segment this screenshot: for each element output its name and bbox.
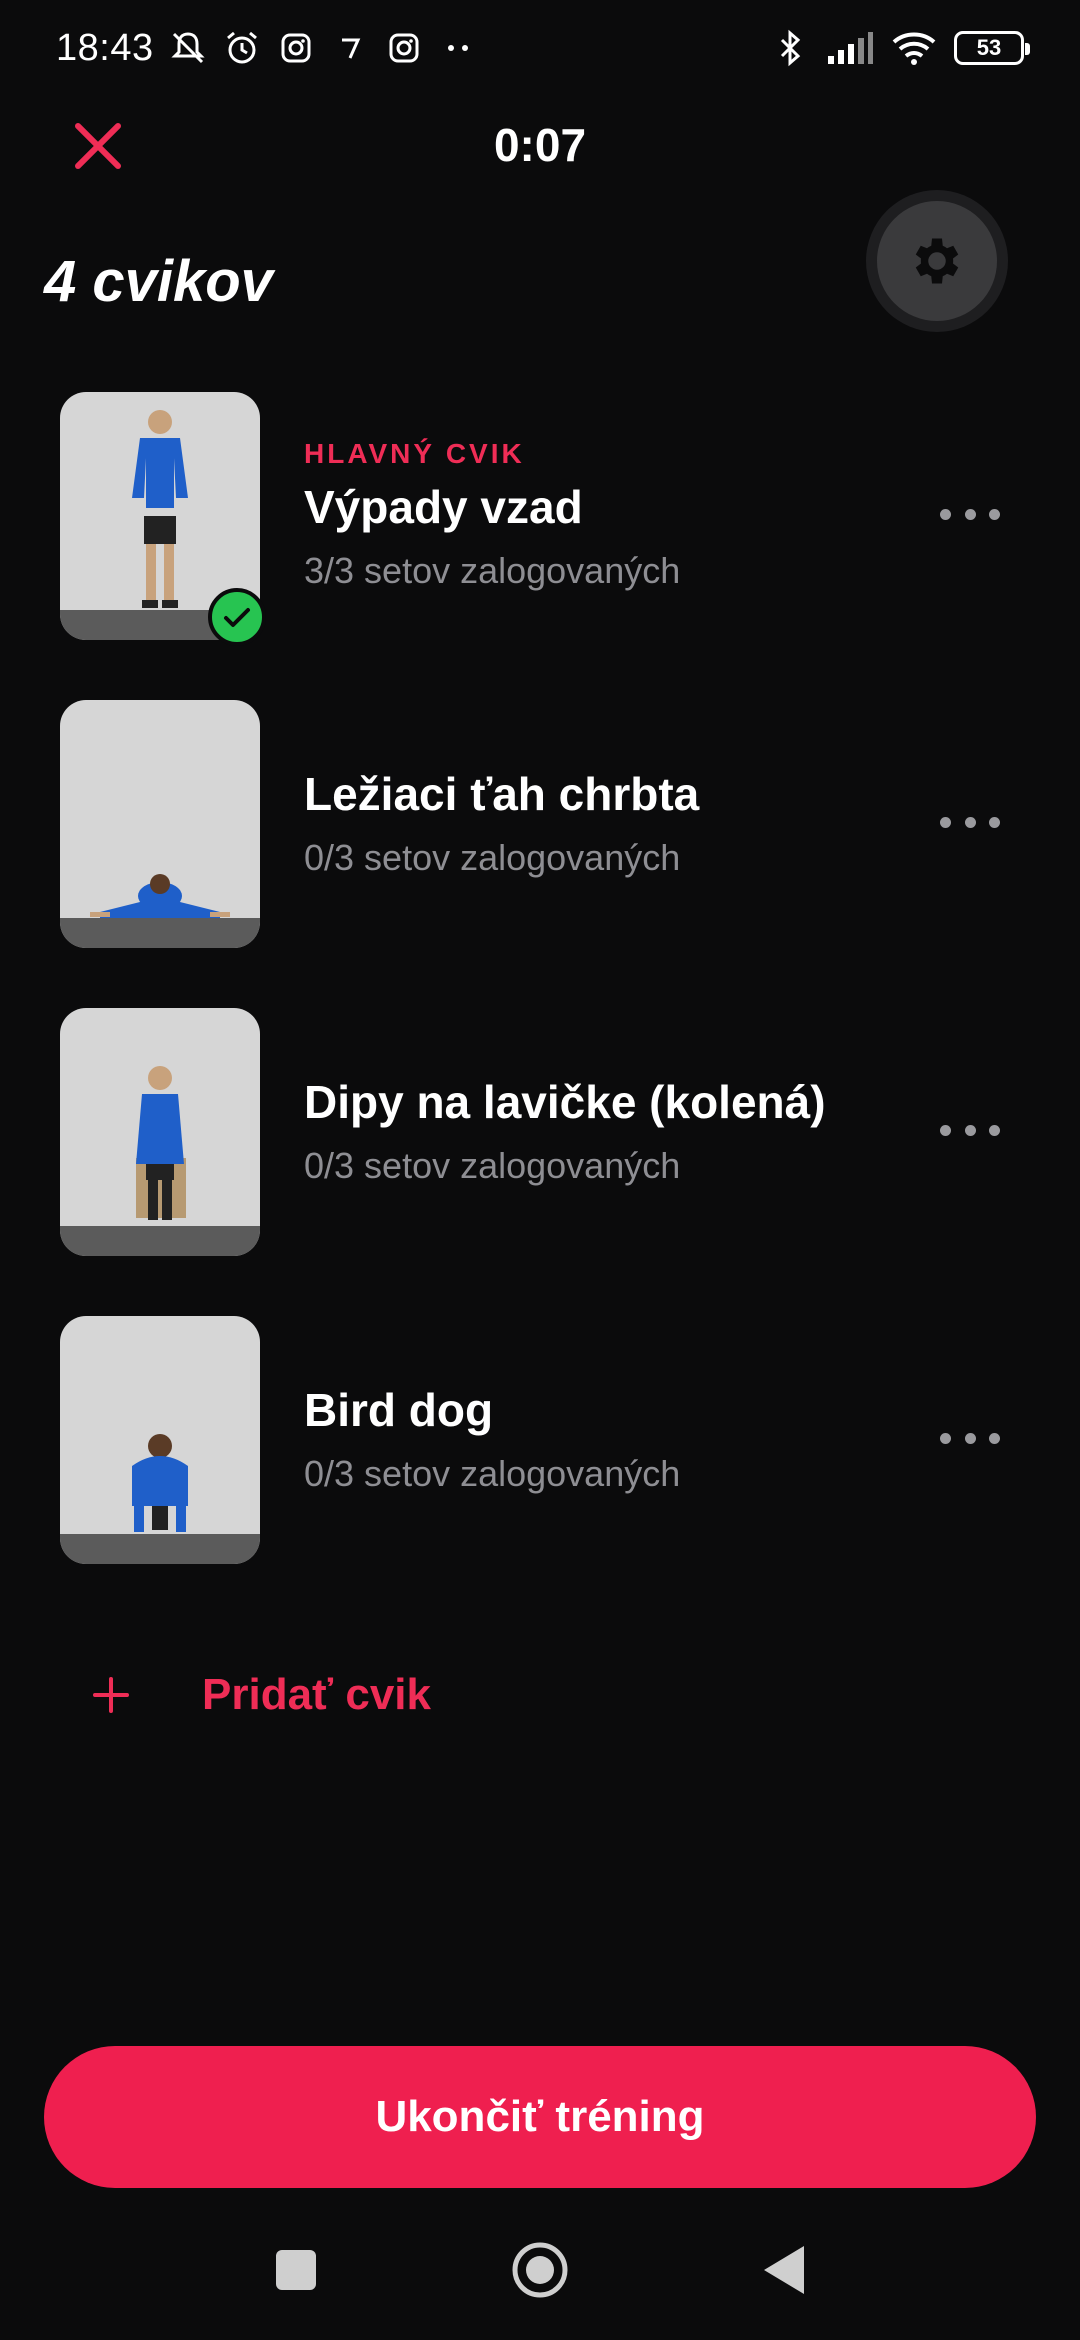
workout-timer: 0:07 (493, 119, 587, 171)
exercise-name: Ležiaci ťah chrbta (304, 768, 700, 820)
exercise-sets-logged: 0/3 setov zalogovaných (304, 1145, 681, 1186)
thumbnail-floor (60, 918, 260, 948)
more-options-icon[interactable] (940, 1110, 1000, 1150)
more-options-icon[interactable] (940, 494, 1000, 534)
exercise-thumbnail (60, 700, 260, 948)
finish-workout-button[interactable]: Ukončiť tréning (44, 2046, 1036, 2188)
exercise-item[interactable]: HLAVNÝ CVIK Výpady vzad 3/3 setov zalogo… (0, 390, 1080, 698)
gear-icon (915, 238, 959, 284)
exercise-text: Dipy na lavičke (kolená) 0/3 setov zalog… (304, 1006, 826, 1256)
exercise-text: Ležiaci ťah chrbta 0/3 setov zalogovanýc… (304, 698, 699, 948)
settings-button-inner (877, 201, 997, 321)
person-bench-dip-image (136, 1066, 186, 1220)
battery-level: 53 (976, 35, 1002, 60)
exercise-item[interactable]: Ležiaci ťah chrbta 0/3 setov zalogovanýc… (0, 698, 1080, 1006)
instagram-icon (281, 33, 311, 63)
tiktok-like-icon (341, 38, 360, 59)
back-icon[interactable] (744, 2230, 824, 2310)
more-dots-icon (447, 45, 468, 51)
alarm-icon (226, 31, 257, 64)
exercise-list: HLAVNÝ CVIK Výpady vzad 3/3 setov zalogo… (0, 390, 1080, 1622)
home-icon[interactable] (500, 2230, 580, 2310)
exercise-sets-logged: 3/3 setov zalogovaných (304, 550, 681, 591)
bell-off-icon (170, 32, 205, 64)
thumbnail-floor (60, 1534, 260, 1564)
add-exercise-button[interactable]: Pridať cvik (56, 1640, 431, 1750)
main-exercise-tag: HLAVNÝ CVIK (304, 438, 525, 469)
more-options-icon[interactable] (940, 802, 1000, 842)
workout-header: 0:07 (0, 110, 1080, 180)
signal-icon (828, 32, 873, 64)
exercise-item[interactable]: Dipy na lavičke (kolená) 0/3 setov zalog… (0, 1006, 1080, 1314)
status-bar: 18:43 53 (0, 0, 1080, 96)
bluetooth-icon (780, 29, 801, 67)
exercise-name: Dipy na lavičke (kolená) (304, 1076, 826, 1128)
recents-icon[interactable] (256, 2230, 336, 2310)
thumbnail-floor (60, 1226, 260, 1256)
exercise-sets-logged: 0/3 setov zalogovaných (304, 837, 681, 878)
page-title: 4 cvikov (44, 249, 273, 314)
exercise-thumbnail (60, 1008, 260, 1256)
person-bird-dog-image (132, 1434, 188, 1532)
plus-icon (56, 1640, 166, 1750)
completed-check-icon (208, 588, 266, 646)
exercise-item[interactable]: Bird dog 0/3 setov zalogovaných (0, 1314, 1080, 1622)
person-lying-image (90, 874, 230, 918)
system-nav-bar (0, 2230, 1080, 2340)
battery-icon: 53 (954, 31, 1030, 65)
add-exercise-label: Pridať cvik (202, 1670, 431, 1719)
exercise-thumbnail (60, 1316, 260, 1564)
exercise-text: Bird dog 0/3 setov zalogovaných (304, 1314, 680, 1564)
status-left: 18:43 (56, 27, 478, 70)
instagram-icon (389, 33, 419, 63)
settings-button[interactable] (866, 190, 1008, 332)
exercise-name: Bird dog (304, 1384, 494, 1436)
exercise-text: HLAVNÝ CVIK Výpady vzad 3/3 setov zalogo… (304, 390, 680, 640)
status-time: 18:43 (56, 26, 154, 69)
exercise-sets-logged: 0/3 setov zalogovaných (304, 1453, 681, 1494)
exercise-name: Výpady vzad (304, 481, 583, 533)
wifi-icon (892, 32, 936, 65)
more-options-icon[interactable] (940, 1418, 1000, 1458)
status-right: 53 (770, 28, 1030, 68)
